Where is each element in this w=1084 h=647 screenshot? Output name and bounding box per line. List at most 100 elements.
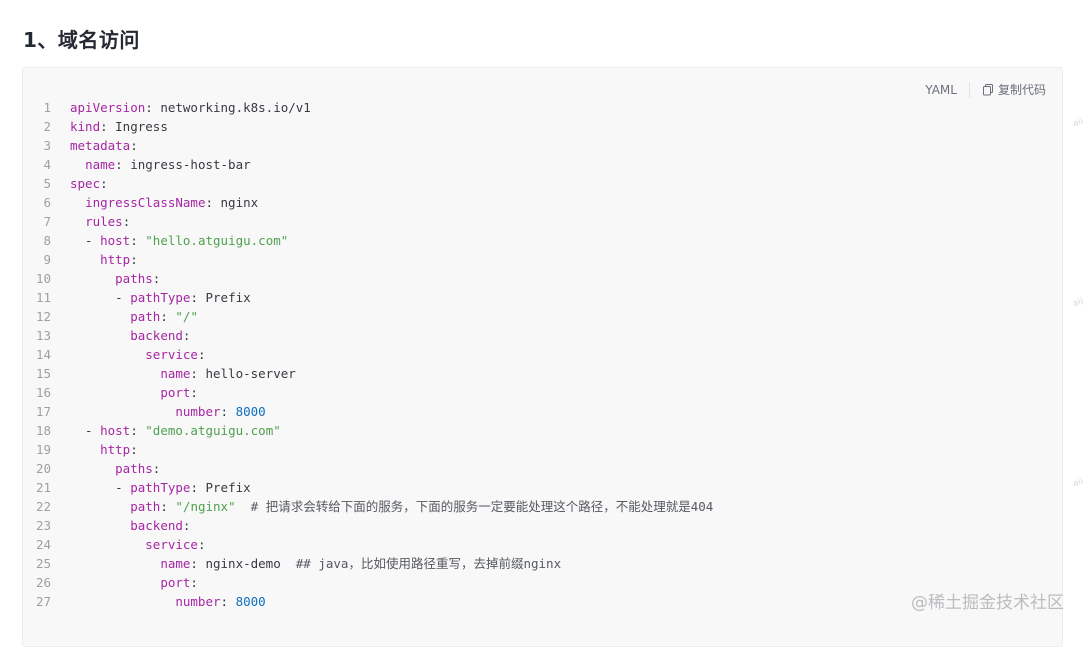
- code-token: backend: [130, 328, 183, 343]
- line-number: 18: [35, 423, 51, 438]
- code-text: paths:: [70, 269, 160, 288]
- line-number: 24: [35, 537, 51, 552]
- code-token: "hello.atguigu.com": [145, 233, 289, 248]
- code-text: service:: [70, 345, 205, 364]
- code-text: service:: [70, 535, 205, 554]
- code-token: ## java，比如使用路径重写，去掉前缀nginx: [295, 556, 562, 571]
- code-token: host: [100, 423, 131, 438]
- code-line: 14 service:: [23, 345, 1062, 364]
- code-text: rules:: [70, 212, 130, 231]
- code-toolbar: YAML 复制代码: [925, 81, 1046, 98]
- code-line: 26 port:: [23, 573, 1062, 592]
- line-number: 21: [35, 480, 51, 495]
- code-line: 23 backend:: [23, 516, 1062, 535]
- code-token: pathType: [130, 480, 191, 495]
- line-number: 5: [43, 176, 51, 191]
- code-token: port: [160, 575, 191, 590]
- code-text: name: hello-server: [70, 364, 295, 383]
- code-token: :: [182, 518, 191, 533]
- line-number: 7: [43, 214, 51, 229]
- code-text: port:: [70, 573, 198, 592]
- code-line: 18 - host: "demo.atguigu.com": [23, 421, 1062, 440]
- code-token: host: [100, 233, 131, 248]
- line-number: 6: [43, 195, 51, 210]
- code-text: backend:: [70, 326, 190, 345]
- code-line: 22 path: "/nginx" # 把请求会转给下面的服务，下面的服务一定要…: [23, 497, 1062, 516]
- line-number: 11: [35, 290, 51, 305]
- code-token: : Prefix: [190, 480, 251, 495]
- site-watermark: @稀土掘金技术社区: [911, 593, 1064, 613]
- code-text: - pathType: Prefix: [70, 478, 251, 497]
- code-token: apiVersion: [70, 100, 146, 115]
- code-token: metadata: [70, 138, 131, 153]
- code-text: - host: "hello.atguigu.com": [70, 231, 288, 250]
- code-token: : nginx-demo: [190, 556, 296, 571]
- code-line: 25 name: nginx-demo ## java，比如使用路径重写，去掉前…: [23, 554, 1062, 573]
- line-number: 13: [35, 328, 51, 343]
- code-text: ingressClassName: nginx: [70, 193, 258, 212]
- line-number: 4: [43, 157, 51, 172]
- code-token: :: [197, 347, 206, 362]
- code-token: :: [160, 499, 176, 514]
- code-token: backend: [130, 518, 183, 533]
- copy-code-button[interactable]: 复制代码: [982, 81, 1046, 98]
- line-number: 15: [35, 366, 51, 381]
- code-text: number: 8000: [70, 402, 266, 421]
- code-text: http:: [70, 440, 138, 459]
- code-text: backend:: [70, 516, 190, 535]
- line-number: 2: [43, 119, 51, 134]
- code-token: :: [190, 575, 198, 590]
- code-line: 21 - pathType: Prefix: [23, 478, 1062, 497]
- code-token: port: [160, 385, 191, 400]
- code-token: path: [130, 499, 161, 514]
- line-number: 17: [35, 404, 51, 419]
- code-token: :: [220, 594, 236, 609]
- code-token: pathType: [130, 290, 191, 305]
- code-text: path: "/": [70, 307, 198, 326]
- line-number: 26: [35, 575, 51, 590]
- code-token: :: [100, 176, 108, 191]
- code-token: "/nginx": [175, 499, 236, 514]
- code-line: 8 - host: "hello.atguigu.com": [23, 231, 1062, 250]
- code-content[interactable]: 1 apiVersion: networking.k8s.io/v1 2 kind: …: [23, 98, 1062, 611]
- code-line: 6 ingressClassName: nginx: [23, 193, 1062, 212]
- code-line: 9 http:: [23, 250, 1062, 269]
- line-number: 22: [35, 499, 51, 514]
- side-watermark: aii: [1072, 296, 1084, 310]
- code-token: :: [190, 385, 198, 400]
- code-line: 3 metadata:: [23, 136, 1062, 155]
- code-token: :: [130, 233, 146, 248]
- line-number: 9: [43, 252, 51, 267]
- code-token: name: [85, 157, 116, 172]
- code-line: 24 service:: [23, 535, 1062, 554]
- code-token: :: [152, 271, 161, 286]
- code-token: :: [130, 442, 138, 457]
- code-block: YAML 复制代码 1 apiVersion: networking.k8s.io…: [22, 67, 1063, 647]
- code-line: 12 path: "/": [23, 307, 1062, 326]
- code-token: "demo.atguigu.com": [145, 423, 281, 438]
- code-line: 11 - pathType: Prefix: [23, 288, 1062, 307]
- code-token: path: [130, 309, 161, 324]
- line-number: 8: [43, 233, 51, 248]
- code-token: spec: [70, 176, 101, 191]
- code-token: "/": [175, 309, 198, 324]
- code-text: path: "/nginx" # 把请求会转给下面的服务，下面的服务一定要能处理…: [70, 497, 713, 516]
- code-line: 1 apiVersion: networking.k8s.io/v1: [23, 98, 1062, 117]
- copy-code-label: 复制代码: [997, 83, 1046, 97]
- code-token: : nginx: [205, 195, 259, 210]
- code-line: 5 spec:: [23, 174, 1062, 193]
- code-token: number: [175, 594, 221, 609]
- line-number: 3: [43, 138, 51, 153]
- code-token: 8000: [235, 404, 266, 419]
- code-token: :: [130, 423, 146, 438]
- code-token: http: [100, 442, 131, 457]
